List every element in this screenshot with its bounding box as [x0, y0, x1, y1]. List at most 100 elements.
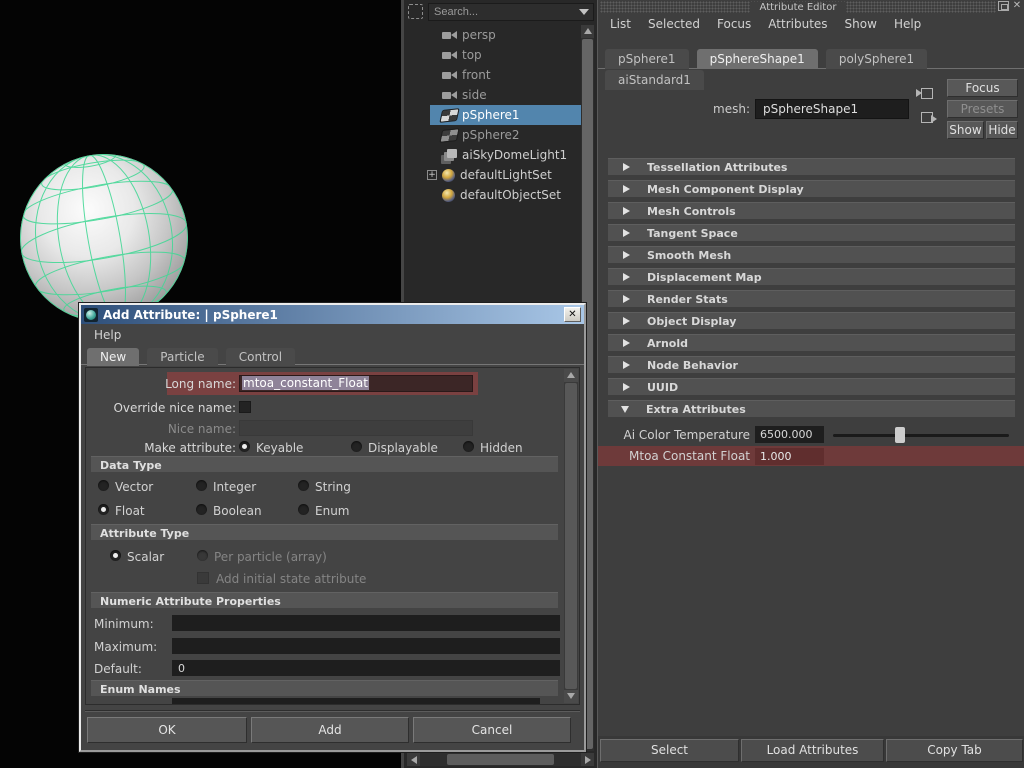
hidden-radio[interactable] [463, 441, 474, 452]
close-icon[interactable]: ✕ [1011, 0, 1023, 12]
menu-focus[interactable]: Focus [717, 17, 751, 33]
string-radio[interactable] [298, 480, 309, 491]
boolean-radio[interactable] [196, 504, 207, 515]
add-button[interactable]: Add [251, 717, 409, 743]
section-mesh-component-display[interactable]: Mesh Component Display [608, 180, 1015, 197]
menu-help[interactable]: Help [894, 17, 921, 33]
integer-label: Integer [213, 480, 257, 494]
expand-icon[interactable]: + [427, 170, 437, 180]
menu-selected[interactable]: Selected [648, 17, 700, 33]
minimum-input[interactable] [172, 615, 560, 631]
search-input[interactable] [428, 3, 594, 21]
outliner-item-defaultlightset[interactable]: + defaultLightSet [404, 165, 581, 185]
outliner-horizontal-scrollbar[interactable] [407, 753, 594, 766]
attribute-type-header[interactable]: Attribute Type [91, 524, 558, 540]
vector-radio[interactable] [98, 480, 109, 491]
tab-new[interactable]: New [87, 348, 140, 366]
slider-handle[interactable] [895, 427, 905, 443]
load-attributes-button[interactable]: Load Attributes [741, 739, 884, 762]
scroll-right-icon[interactable] [581, 753, 594, 766]
show-button[interactable]: Show [947, 121, 984, 139]
scroll-up-icon[interactable] [581, 25, 594, 38]
output-connection-icon[interactable] [916, 110, 937, 124]
section-tessellation-attributes[interactable]: Tessellation Attributes [608, 158, 1015, 175]
outliner-item-psphere1[interactable]: pSphere1 [404, 105, 581, 125]
enum-names-list[interactable] [172, 698, 540, 704]
outliner-item-front[interactable]: front [404, 65, 581, 85]
section-render-stats[interactable]: Render Stats [608, 290, 1015, 307]
ok-button[interactable]: OK [87, 717, 247, 743]
keyable-radio[interactable] [239, 441, 250, 452]
focus-button[interactable]: Focus [947, 79, 1018, 97]
scrollbar-thumb[interactable] [447, 754, 554, 765]
outliner-item-psphere2[interactable]: pSphere2 [404, 125, 581, 145]
scalar-radio[interactable] [110, 550, 121, 561]
set-icon [442, 188, 455, 202]
maximum-label: Maximum: [94, 640, 158, 654]
ai-color-temperature-slider[interactable] [833, 434, 1009, 437]
enum-radio[interactable] [298, 504, 309, 515]
psphere-wireframe-object[interactable] [18, 150, 190, 326]
cancel-button[interactable]: Cancel [413, 717, 571, 743]
section-tangent-space[interactable]: Tangent Space [608, 224, 1015, 241]
ai-color-temperature-field[interactable]: 6500.000 [755, 426, 824, 443]
section-arnold[interactable]: Arnold [608, 334, 1015, 351]
tab-psphere1[interactable]: pSphere1 [605, 49, 689, 69]
float-radio[interactable] [98, 504, 109, 515]
dialog-close-icon[interactable]: ✕ [564, 307, 581, 322]
section-uuid[interactable]: UUID [608, 378, 1015, 395]
outliner-item-aiskydomelight1[interactable]: aiSkyDomeLight1 [404, 145, 581, 165]
override-nice-name-checkbox[interactable] [239, 401, 251, 413]
mtoa-constant-float-label: Mtoa Constant Float [629, 449, 750, 463]
default-input[interactable]: 0 [172, 660, 560, 676]
chevron-right-icon [623, 185, 630, 193]
mtoa-constant-float-field[interactable]: 1.000 [755, 448, 824, 465]
chevron-right-icon [623, 207, 630, 215]
tab-aistandard1[interactable]: aiStandard1 [605, 70, 704, 90]
section-displacement-map[interactable]: Displacement Map [608, 268, 1015, 285]
menu-list[interactable]: List [610, 17, 631, 33]
chevron-right-icon [623, 383, 630, 391]
scroll-left-icon[interactable] [407, 753, 420, 766]
menu-show[interactable]: Show [845, 17, 877, 33]
tab-polysphere1[interactable]: polySphere1 [825, 49, 928, 69]
outliner-item-defaultobjectset[interactable]: defaultObjectSet [404, 185, 581, 205]
dialog-vertical-scrollbar[interactable] [564, 369, 578, 703]
scroll-down-icon[interactable] [564, 690, 578, 703]
maximum-input[interactable] [172, 638, 560, 654]
scroll-up-icon[interactable] [564, 369, 578, 382]
dialog-menu-help[interactable]: Help [94, 328, 121, 342]
tab-control[interactable]: Control [225, 348, 296, 366]
popout-window-icon[interactable] [998, 1, 1009, 11]
mesh-name-field[interactable]: pSphereShape1 [755, 99, 909, 119]
long-name-input[interactable]: mtoa_constant_Float [239, 375, 473, 392]
skydome-light-icon [447, 148, 457, 158]
outliner-item-side[interactable]: side [404, 85, 581, 105]
filter-icon[interactable] [408, 4, 423, 19]
section-node-behavior[interactable]: Node Behavior [608, 356, 1015, 373]
section-mesh-controls[interactable]: Mesh Controls [608, 202, 1015, 219]
displayable-radio[interactable] [351, 441, 362, 452]
dialog-titlebar[interactable]: Add Attribute: | pSphere1 ✕ [81, 305, 584, 324]
section-extra-attributes[interactable]: Extra Attributes [608, 400, 1015, 417]
scrollbar-thumb[interactable] [565, 383, 577, 689]
hide-button[interactable]: Hide [986, 121, 1018, 139]
input-connection-icon[interactable] [916, 86, 933, 100]
tab-psphereshape1[interactable]: pSphereShape1 [696, 49, 818, 69]
data-type-header[interactable]: Data Type [91, 456, 558, 472]
attribute-editor-titlebar[interactable]: Attribute Editor [600, 1, 996, 13]
integer-radio[interactable] [196, 480, 207, 491]
outliner-item-top[interactable]: top [404, 45, 581, 65]
numeric-attribute-properties-header[interactable]: Numeric Attribute Properties [91, 592, 558, 608]
menu-attributes[interactable]: Attributes [768, 17, 827, 33]
section-smooth-mesh[interactable]: Smooth Mesh [608, 246, 1015, 263]
presets-button[interactable]: Presets [947, 100, 1018, 118]
copy-tab-button[interactable]: Copy Tab [886, 739, 1023, 762]
outliner-item-label: defaultObjectSet [460, 188, 562, 202]
enum-names-header[interactable]: Enum Names [91, 680, 558, 696]
section-object-display[interactable]: Object Display [608, 312, 1015, 329]
tab-particle[interactable]: Particle [147, 348, 218, 366]
outliner-item-persp[interactable]: persp [404, 25, 581, 45]
search-dropdown-icon[interactable] [579, 9, 589, 15]
select-button[interactable]: Select [600, 739, 739, 762]
